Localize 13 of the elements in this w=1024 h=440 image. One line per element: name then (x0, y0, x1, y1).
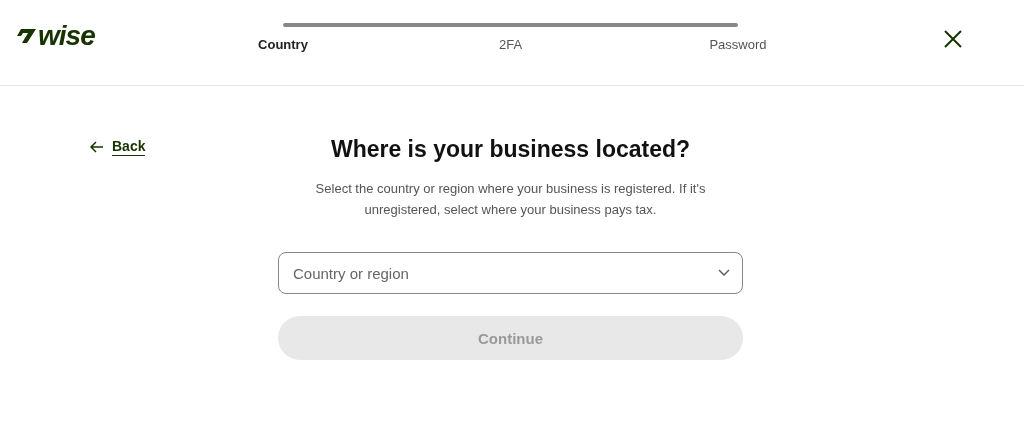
step-label: 2FA (497, 37, 524, 52)
close-button[interactable] (944, 30, 962, 48)
step-label: Country (257, 37, 309, 52)
close-icon (944, 30, 962, 48)
description: Select the country or region where your business is registered. If it's unregistered, select where your business pays tax. (314, 180, 707, 219)
step-label: Password (708, 37, 768, 52)
wise-logo[interactable]: wise (17, 22, 217, 50)
flag-icon (17, 28, 37, 44)
country-select[interactable]: Country or region (278, 252, 743, 294)
chevron-down-icon (718, 269, 730, 277)
page-heading: Where is your business located? (330, 136, 691, 163)
arrow-left-icon (90, 141, 104, 153)
back-link[interactable]: Back (90, 138, 146, 156)
